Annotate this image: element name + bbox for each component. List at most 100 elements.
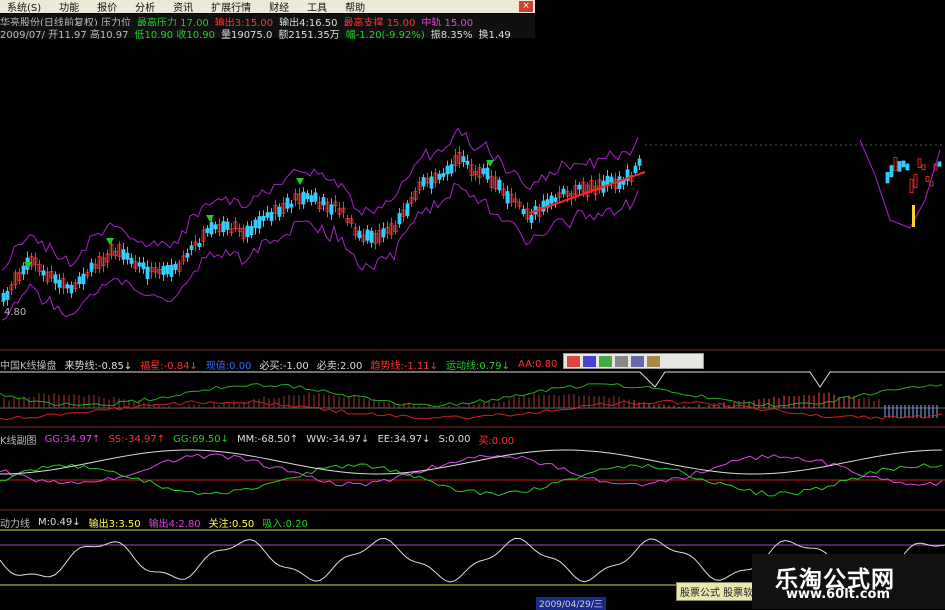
buy-arrow-icon (296, 178, 304, 185)
candle-body (909, 178, 914, 194)
candle-body (381, 228, 386, 238)
candle-body (481, 168, 486, 175)
toolbar-refresh-icon[interactable] (615, 355, 628, 367)
candle-body (41, 270, 46, 276)
candle-body (245, 225, 250, 238)
info-line1-item-5: 中轨 15.00 (421, 18, 474, 29)
candle-body (357, 230, 362, 239)
panel2-line-white (0, 371, 945, 388)
candle-body (77, 276, 82, 285)
candle-body (57, 279, 62, 288)
panel-kline-operator-label: 中国K线操盘 来势线:-0.85↓ 福星:-0.84↓ 现值:0.00 必买:-1.00… (0, 357, 557, 372)
candle-body (221, 221, 226, 233)
candle-body (129, 257, 134, 264)
candle-body (901, 160, 906, 168)
candle-body (189, 245, 194, 250)
candle-body (505, 191, 510, 204)
close-icon[interactable]: × (519, 1, 533, 12)
candle-body (305, 193, 310, 200)
indicator-info-line: 华亮股份(日线前复权) 压力位 最高压力 17.00 输出3:15.00 输出4:16… (0, 14, 535, 29)
panel3-item-5: WW:-34.97↓ (306, 434, 370, 445)
panel2-item-3: 现值:0.00 (205, 361, 252, 372)
candle-body (165, 265, 170, 275)
menu-item-function[interactable]: 功能 (52, 0, 90, 14)
menu-item-finance[interactable]: 财经 (262, 0, 300, 14)
candle-body (5, 290, 10, 300)
menu-item-news[interactable]: 资讯 (166, 0, 204, 14)
toolbar-window-icon[interactable] (631, 355, 644, 367)
panel4-item-2: 输出3:3.50 (88, 519, 141, 530)
panel4-item-3: 输出4:2.80 (148, 519, 201, 530)
candle-body (213, 224, 218, 230)
panel3-item-2: SS:-34.97↑ (108, 434, 166, 445)
panel3-item-4: MM:-68.50↑ (237, 434, 299, 445)
candle-body (437, 173, 442, 180)
candle-body (441, 173, 446, 177)
panel2-item-4: 必买:-1.00 (259, 361, 309, 372)
candle-body (637, 158, 642, 166)
candle-body (617, 176, 622, 189)
candle-body (553, 197, 558, 202)
candle-body (885, 171, 890, 184)
candle-body (169, 264, 174, 277)
candle-body (889, 165, 894, 178)
toolbar-brush-icon[interactable] (567, 355, 580, 367)
candle-body (321, 197, 326, 206)
menu-item-tools[interactable]: 工具 (300, 0, 338, 14)
candle-body (209, 222, 214, 235)
panel3-item-0: K线副图 (0, 436, 37, 447)
menu-item-analysis[interactable]: 分析 (128, 0, 166, 14)
candle-body (261, 215, 266, 221)
candle-body (301, 191, 306, 205)
panel4-item-0: 动力线 (0, 519, 30, 530)
candle-body (365, 229, 370, 241)
candle-body (397, 213, 402, 225)
panel3-line-white (0, 449, 943, 475)
candle-body (289, 203, 294, 208)
menu-item-help[interactable]: 帮助 (338, 0, 376, 14)
candle-body (1, 292, 6, 302)
candle-body (405, 203, 410, 216)
toolbar-hand-icon[interactable] (599, 355, 612, 367)
menu-item-extended-quotes[interactable]: 扩展行情 (204, 0, 262, 14)
candle-body (561, 188, 566, 195)
candle-body (521, 208, 526, 215)
panel-momentum-label: 动力线 M:0.49↓ 输出3:3.50 输出4:2.80 关注:0.50 吸入:0.20 (0, 515, 308, 530)
candle-body (81, 273, 86, 285)
candle-body (549, 195, 554, 204)
candle-body (145, 266, 150, 280)
candle-body (577, 184, 582, 190)
candle-body (633, 165, 638, 174)
toolbar-text-icon[interactable] (583, 355, 596, 367)
info-line1-item-0: 华亮股份(日线前复权) 压力位 (0, 18, 131, 29)
candle-body (125, 252, 130, 260)
candle-body (913, 174, 918, 189)
quote-info-line: 2009/07/ 开11.97 高10.97 低10.90 收10.90 量1907… (0, 26, 535, 41)
candle-body (173, 263, 178, 270)
candle-body (53, 274, 58, 284)
candle-body (445, 165, 450, 175)
price-axis-label: 4.80 (4, 307, 27, 318)
drawing-toolbar (563, 353, 704, 369)
candle-body (89, 262, 94, 272)
candle-body (429, 176, 434, 189)
candle-body (461, 156, 466, 163)
panel2-item-7: 运动线:0.79↓ (445, 361, 510, 372)
info-line2-item-4: 幅-1.20(-9.92%) (345, 30, 425, 41)
menu-item-quote[interactable]: 报价 (90, 0, 128, 14)
toolbar-settings-icon[interactable] (647, 355, 660, 367)
panel3-item-3: GG:69.50↓ (173, 434, 229, 445)
panel2-item-6: 趋势线:-1.11↓ (370, 361, 438, 372)
panel2-item-5: 必卖:2.00 (316, 361, 363, 372)
panel2-item-2: 福星:-0.84↓ (140, 361, 198, 372)
buy-arrow-icon (206, 215, 214, 222)
candle-body (257, 216, 262, 229)
menu-item-system[interactable]: 系统(S) (0, 0, 52, 14)
date-cursor-label: 2009/04/29/三 (536, 597, 606, 610)
panel3-item-1: GG:34.97↑ (44, 434, 101, 445)
candle-body (265, 212, 270, 218)
candle-body (329, 204, 334, 215)
candle-body (937, 161, 942, 167)
candle-body (309, 195, 314, 203)
menu-bar: 系统(S) 功能 报价 分析 资讯 扩展行情 财经 工具 帮助 (0, 0, 535, 14)
